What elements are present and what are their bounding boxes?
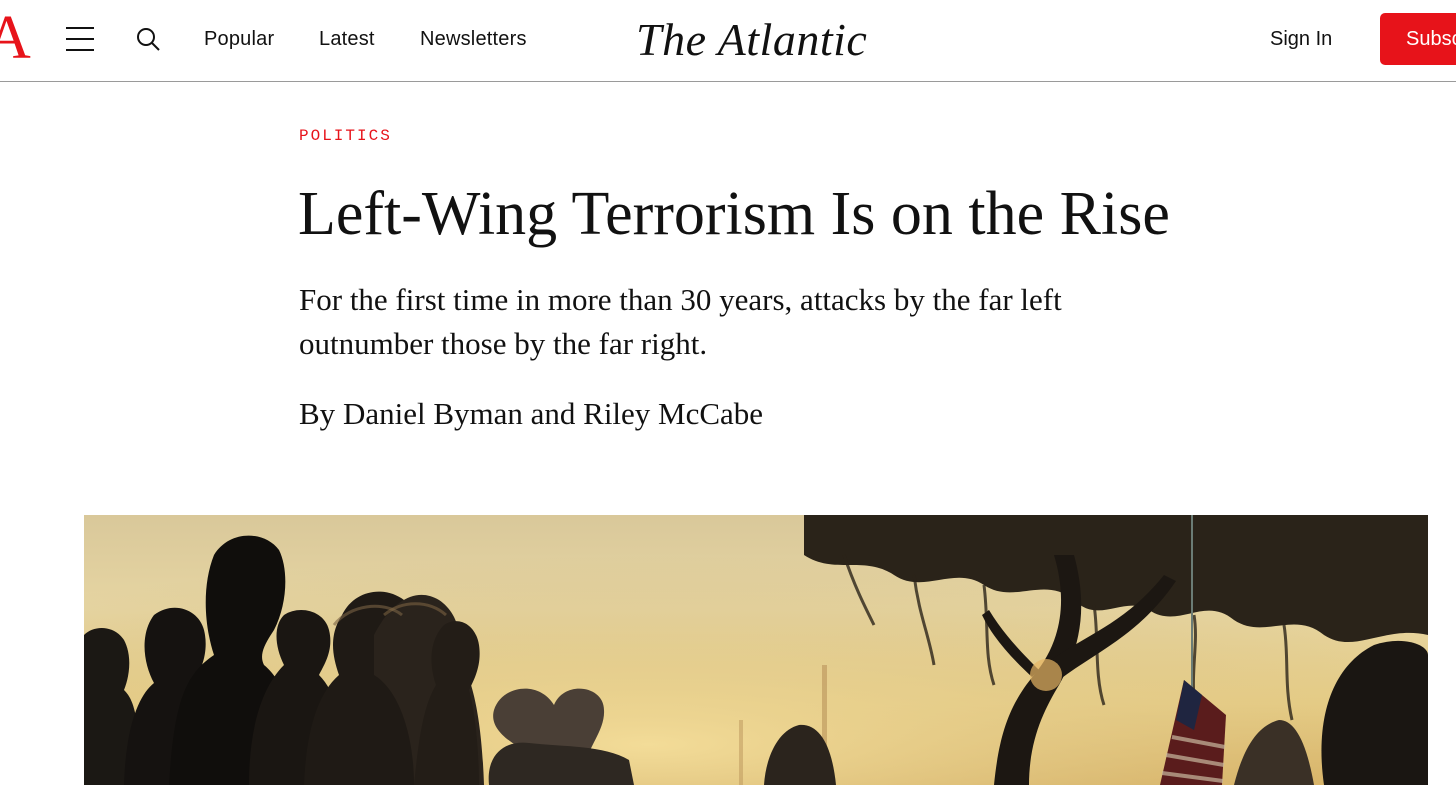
article-headline: Left-Wing Terrorism Is on the Rise bbox=[298, 180, 1170, 248]
menu-button[interactable] bbox=[62, 24, 98, 54]
sign-in-link[interactable]: Sign In bbox=[1270, 27, 1332, 51]
section-label[interactable]: POLITICS bbox=[299, 127, 392, 145]
article-dek: For the first time in more than 30 years… bbox=[299, 282, 1062, 361]
site-header: A Popular Latest Newsletters The Atlanti… bbox=[0, 0, 1456, 82]
masthead-logo[interactable]: The Atlantic bbox=[636, 12, 867, 68]
search-button[interactable] bbox=[134, 25, 164, 55]
atlantic-logo[interactable]: A bbox=[0, 7, 31, 69]
nav-latest[interactable]: Latest bbox=[319, 27, 375, 51]
byline: By Daniel Byman and Riley McCabe bbox=[299, 392, 763, 436]
nav-newsletters[interactable]: Newsletters bbox=[420, 27, 527, 51]
byline-prefix: By bbox=[299, 396, 336, 431]
search-icon bbox=[137, 28, 160, 51]
subscribe-button[interactable]: Subscribe bbox=[1380, 13, 1456, 65]
author-link[interactable]: Daniel Byman bbox=[343, 396, 523, 431]
author-link[interactable]: Riley McCabe bbox=[583, 396, 763, 431]
hero-image bbox=[84, 515, 1428, 785]
menu-icon bbox=[66, 27, 94, 51]
nav-popular[interactable]: Popular bbox=[204, 27, 274, 51]
byline-joiner: and bbox=[530, 396, 576, 431]
vigil-silhouette-photo bbox=[84, 515, 1428, 785]
